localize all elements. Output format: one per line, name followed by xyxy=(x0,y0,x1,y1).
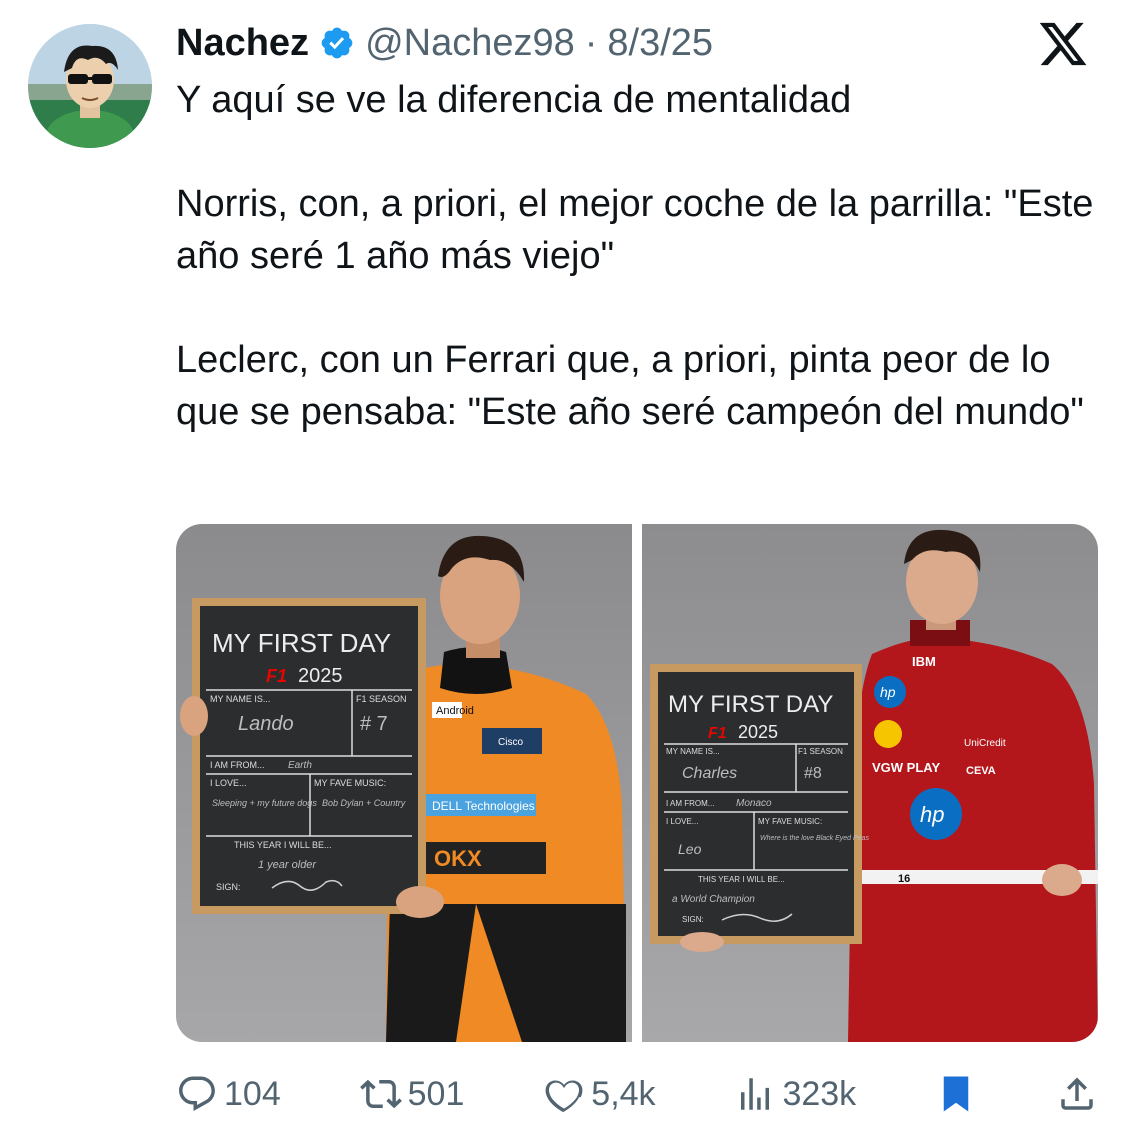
board-music-label: MY FAVE MUSIC: xyxy=(314,778,386,788)
board-sign-label: SIGN: xyxy=(216,882,241,892)
tweet-paragraph-2: Norris, con, a priori, el mejor coche de… xyxy=(176,183,1094,277)
suit-sponsor-hp: hp xyxy=(880,684,896,700)
board-music-label: MY FAVE MUSIC: xyxy=(758,817,822,826)
suit-sponsor-cisco: Cisco xyxy=(498,737,523,748)
timestamp[interactable]: 8/3/25 xyxy=(607,22,713,65)
board-title: MY FIRST DAY xyxy=(212,628,391,658)
avatar-illustration xyxy=(28,24,152,148)
like-count: 5,4k xyxy=(591,1074,656,1113)
board-season-label: F1 SEASON xyxy=(798,747,843,756)
suit-sponsor-dell: DELL Technologies xyxy=(432,799,535,813)
bookmark-button[interactable] xyxy=(935,1073,977,1115)
board-name-label: MY NAME IS... xyxy=(210,694,270,704)
suit-sponsor-ibm: IBM xyxy=(912,654,936,669)
tweet-media[interactable]: Android Cisco DELL Technologies OKX MY F… xyxy=(176,524,1098,1042)
suit-sponsor-ceva: CEVA xyxy=(966,765,996,777)
views-chart-icon xyxy=(741,1078,770,1110)
reply-icon xyxy=(179,1076,215,1111)
views-count: 323k xyxy=(782,1074,857,1113)
like-button[interactable]: 5,4k xyxy=(543,1073,656,1115)
board-season-value: #8 xyxy=(804,765,822,782)
media-image-leclerc[interactable]: 16 IBM hp UniCredit VGW PLAY CEVA hp MY … xyxy=(642,524,1098,1042)
suit-sponsor-16: 16 xyxy=(898,873,910,885)
board-year: 2025 xyxy=(738,722,778,742)
repost-icon xyxy=(359,1079,402,1109)
tweet-actions: 104 501 5,4k 323k xyxy=(176,1064,1098,1124)
board-from-label: I AM FROM... xyxy=(210,760,265,770)
suit-sponsor-vgw: VGW PLAY xyxy=(872,760,940,775)
tweet: Nachez @Nachez98 · 8/3/25 Y aquí se ve l… xyxy=(0,0,1125,1125)
board-season-label: F1 SEASON xyxy=(356,694,407,704)
share-button[interactable] xyxy=(1056,1073,1098,1115)
share-icon xyxy=(1061,1077,1093,1110)
board-from-value: Earth xyxy=(288,760,312,771)
suit-sponsor-okx: OKX xyxy=(434,846,482,871)
board-from-label: I AM FROM... xyxy=(666,799,714,808)
board-year-label: THIS YEAR I WILL BE... xyxy=(234,840,332,850)
board-year: 2025 xyxy=(298,665,343,687)
display-name[interactable]: Nachez xyxy=(176,22,309,65)
board-season-value: # 7 xyxy=(360,713,388,735)
board-love-label: I LOVE... xyxy=(666,817,698,826)
board-sign-label: SIGN: xyxy=(682,915,704,924)
repost-button[interactable]: 501 xyxy=(359,1073,465,1115)
media-image-norris[interactable]: Android Cisco DELL Technologies OKX MY F… xyxy=(176,524,632,1042)
board-year-value: 1 year older xyxy=(258,859,317,871)
tweet-paragraph-1: Y aquí se ve la diferencia de mentalidad xyxy=(176,79,852,121)
suit-sponsor-unicredit: UniCredit xyxy=(964,738,1006,749)
reply-count: 104 xyxy=(224,1074,281,1113)
board-year-label: THIS YEAR I WILL BE... xyxy=(698,875,785,884)
tweet-paragraph-3: Leclerc, con un Ferrari que, a priori, p… xyxy=(176,339,1084,433)
tweet-text: Y aquí se ve la diferencia de mentalidad… xyxy=(176,74,1096,438)
board-name-label: MY NAME IS... xyxy=(666,747,720,756)
board-f1-logo: F1 xyxy=(266,666,287,686)
bookmark-icon xyxy=(943,1076,969,1112)
suit-sponsor-android: Android xyxy=(436,705,474,717)
reply-button[interactable]: 104 xyxy=(176,1073,281,1115)
tweet-header: Nachez @Nachez98 · 8/3/25 xyxy=(176,18,713,68)
board-love-value: Sleeping + my future dogs xyxy=(212,798,317,808)
board-from-value: Monaco xyxy=(736,798,772,809)
verified-badge-icon xyxy=(319,25,355,61)
repost-count: 501 xyxy=(407,1074,465,1113)
x-logo-icon xyxy=(1037,18,1089,70)
heart-icon xyxy=(545,1080,583,1113)
avatar[interactable] xyxy=(28,24,152,148)
views-button[interactable]: 323k xyxy=(734,1073,856,1115)
board-music-value: Bob Dylan + Country xyxy=(322,798,406,808)
board-title: MY FIRST DAY xyxy=(668,691,833,718)
board-year-value: a World Champion xyxy=(672,894,755,905)
board-name-value: Lando xyxy=(238,713,294,735)
svg-text:hp: hp xyxy=(920,802,944,827)
board-music-value: Where is the love Black Eyed Peas xyxy=(760,835,869,842)
board-love-label: I LOVE... xyxy=(210,778,247,788)
board-name-value: Charles xyxy=(682,765,737,782)
separator: · xyxy=(584,21,598,64)
board-love-value: Leo xyxy=(678,841,702,857)
board-f1-logo: F1 xyxy=(708,725,727,742)
handle[interactable]: @Nachez98 xyxy=(365,22,575,65)
